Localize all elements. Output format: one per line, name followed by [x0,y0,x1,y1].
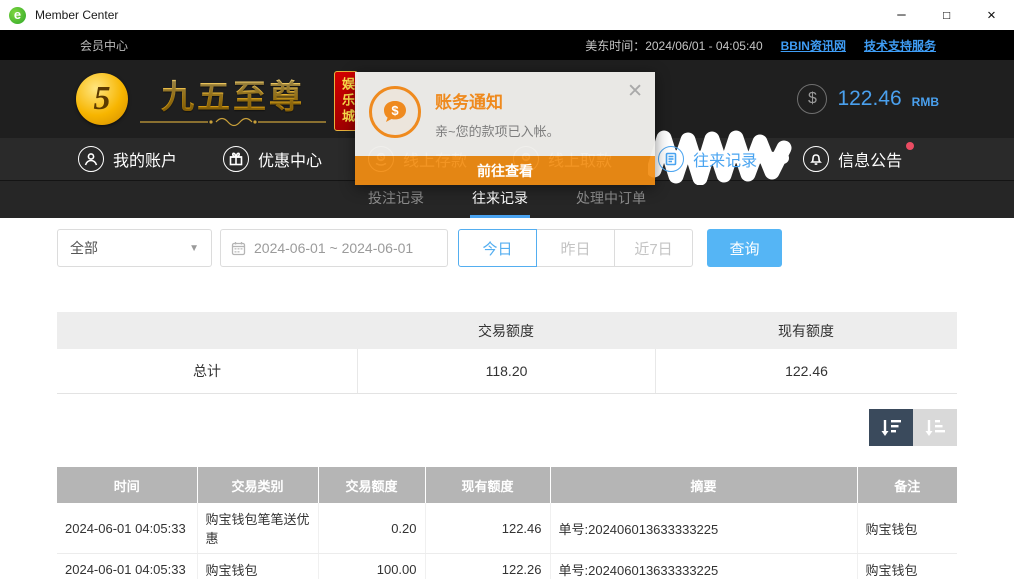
nav-item-announcements[interactable]: 信息公告 [803,146,902,172]
cell-summary: 单号:202406013633333225 [550,554,857,579]
popup-message: 亲~您的款项已入帐。 [435,121,560,140]
nav-item-my-account[interactable]: 我的账户 [78,146,177,172]
subnav: 投注记录 往来记录 处理中订单 [0,180,1014,218]
bbin-news-link[interactable]: BBIN资讯网 [781,37,846,54]
sort-ascending-button[interactable] [913,409,957,446]
summary-total-label: 总计 [57,349,357,393]
cell-balance: 122.26 [425,554,550,579]
notification-dot [906,142,914,150]
minimize-icon[interactable]: — [879,0,924,30]
col-header-time: 时间 [57,467,197,503]
nav-label: 我的账户 [113,147,177,171]
popup-title: 账务通知 [435,88,560,113]
tech-support-link[interactable]: 技术支持服务 [864,37,936,54]
col-header-amount: 交易额度 [318,467,425,503]
last7days-button[interactable]: 近7日 [614,229,693,267]
sort-bar [57,409,957,446]
user-icon [78,146,104,172]
money-bubble-icon: $ [369,86,421,138]
sort-descending-icon [880,418,902,438]
logo-flourish [138,116,328,128]
summary-total-row: 总计 118.20 122.46 [57,349,957,393]
svg-text:$: $ [391,103,399,118]
logo-title: 九五至尊 [161,70,305,118]
search-button[interactable]: 查询 [707,229,782,267]
window-title: Member Center [35,8,118,22]
summary-table: 交易额度 现有额度 总计 118.20 122.46 [57,312,957,394]
table-row: 2024-06-01 04:05:33 购宝钱包笔笔送优惠 0.20 122.4… [57,503,957,554]
cell-amount: 100.00 [318,554,425,579]
member-center-label: 会员中心 [80,37,128,54]
col-header-note: 备注 [857,467,957,503]
nav-item-transactions[interactable]: 往来记录 [658,146,757,172]
yesterday-button[interactable]: 昨日 [536,229,615,267]
popup-close-icon[interactable]: ✕ [627,82,643,101]
transactions-table: 时间 交易类别 交易额度 现有额度 摘要 备注 2024-06-01 04:05… [57,467,957,579]
topbar: 会员中心 美东时间：2024/06/01 - 04:05:40 BBIN资讯网 … [0,30,1014,60]
dollar-circle-icon: $ [797,84,827,114]
logo-monogram: 5 [76,73,128,125]
cell-time: 2024-06-01 04:05:33 [57,503,197,554]
cell-note: 购宝钱包 [857,554,957,579]
bell-icon [803,146,829,172]
sort-ascending-icon [924,418,946,438]
type-select-value: 全部 [70,238,98,258]
summary-current-balance: 122.46 [655,349,957,393]
wallet-balance[interactable]: $ 122.46 RMB [797,60,939,138]
notification-popup: $ 账务通知 亲~您的款项已入帐。 ✕ 前往查看 [355,72,655,185]
cell-time: 2024-06-01 04:05:33 [57,554,197,579]
cell-note: 购宝钱包 [857,503,957,554]
summary-header-blank [57,312,357,349]
tab-transaction-records[interactable]: 往来记录 [470,181,530,218]
quick-range-group: 今日 昨日 近7日 [458,229,693,267]
tab-bet-records[interactable]: 投注记录 [366,181,426,218]
filter-bar: 全部 ▼ 2024-06-01 ~ 2024-06-01 今日 昨日 近7日 查… [57,228,957,268]
sort-descending-button[interactable] [869,409,913,446]
cell-balance: 122.46 [425,503,550,554]
table-header-row: 时间 交易类别 交易额度 现有额度 摘要 备注 [57,467,957,503]
browser-icon: e [9,7,26,24]
nav-label: 往来记录 [693,147,757,171]
tab-pending-orders[interactable]: 处理中订单 [574,181,648,218]
summary-header-row: 交易额度 现有额度 [57,312,957,349]
today-button[interactable]: 今日 [458,229,537,267]
member-center-window: e Member Center — ☐ ✕ 会员中心 美东时间：2024/06/… [0,0,1014,579]
close-icon[interactable]: ✕ [969,0,1014,30]
summary-header-trade: 交易额度 [357,312,655,349]
table-row: 2024-06-01 04:05:33 购宝钱包 100.00 122.26 单… [57,554,957,579]
summary-trade-amount: 118.20 [357,349,655,393]
nav-label: 信息公告 [838,147,902,171]
records-icon [658,146,684,172]
gift-icon [223,146,249,172]
col-header-summary: 摘要 [550,467,857,503]
server-time: 美东时间：2024/06/01 - 04:05:40 [585,37,762,54]
chevron-down-icon: ▼ [189,243,199,254]
balance-currency: RMB [912,95,939,109]
summary-header-balance: 现有额度 [655,312,957,349]
date-range-input[interactable]: 2024-06-01 ~ 2024-06-01 [220,229,448,267]
col-header-category: 交易类别 [197,467,318,503]
popup-action-button[interactable]: 前往查看 [355,156,655,185]
date-range-value: 2024-06-01 ~ 2024-06-01 [254,240,413,256]
cell-category: 购宝钱包笔笔送优惠 [197,503,318,554]
calendar-icon [231,241,246,256]
balance-amount: 122.46 [837,87,901,111]
type-select[interactable]: 全部 ▼ [57,229,212,267]
cell-category: 购宝钱包 [197,554,318,579]
cell-amount: 0.20 [318,503,425,554]
nav-label: 优惠中心 [258,147,322,171]
col-header-balance: 现有额度 [425,467,550,503]
cell-summary: 单号:202406013633333225 [550,503,857,554]
maximize-icon[interactable]: ☐ [924,0,969,30]
window-titlebar: e Member Center — ☐ ✕ [0,0,1014,30]
nav-item-promotions[interactable]: 优惠中心 [223,146,322,172]
site-logo[interactable]: 5 九五至尊 娱乐城 [76,67,358,131]
